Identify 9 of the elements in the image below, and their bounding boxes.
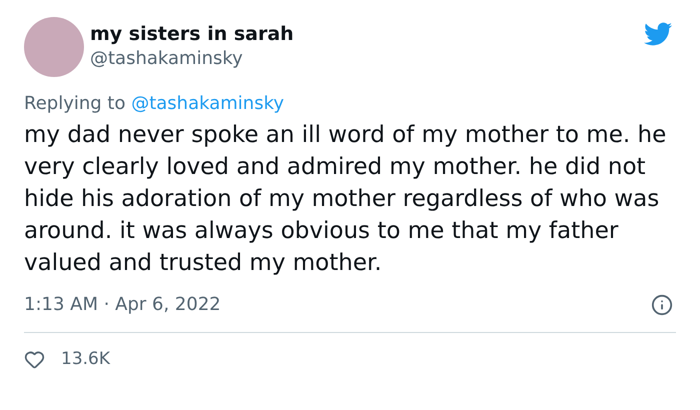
like-count: 13.6K [61,348,110,371]
replying-to-text: Replying to @tashakaminsky [24,93,286,115]
info-icon[interactable] [651,294,673,316]
author-handle[interactable]: @tashakaminsky [90,47,294,71]
tweet-text: my dad never spoke an ill word of my mother to me. he very clearly loved and admired my mother. he did not hide his adoration of my mother regardless of who was around. it was always obvious to me that my father valued and trusted my mother. [24,121,668,278]
bird-logo-icon[interactable] [642,20,674,48]
timestamp-link[interactable]: 1:13 AM · Apr 6, 2022 [24,291,221,318]
like-heart-icon[interactable] [24,349,45,370]
author-name[interactable]: my sisters in sarah [90,21,294,47]
